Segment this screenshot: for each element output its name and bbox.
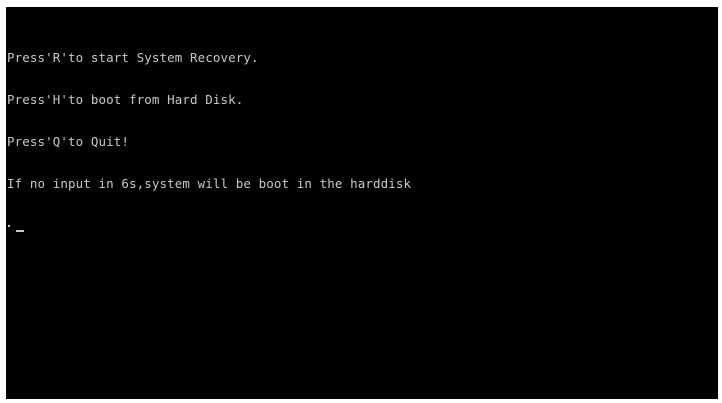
console-line-quit: Press'Q'to Quit! [7,134,130,149]
console-line-timeout: If no input in 6s,system will be boot in… [7,176,412,191]
boot-console-screen: Press'R'to start System Recovery. Press'… [6,7,718,399]
console-prompt[interactable] [7,219,411,233]
prompt-dot-icon [8,225,10,227]
console-line-hard-disk: Press'H'to boot from Hard Disk. [7,92,244,107]
console-output: Press'R'to start System Recovery. Press'… [7,23,411,261]
text-cursor-icon [16,230,24,232]
console-line-recovery: Press'R'to start System Recovery. [7,50,259,65]
